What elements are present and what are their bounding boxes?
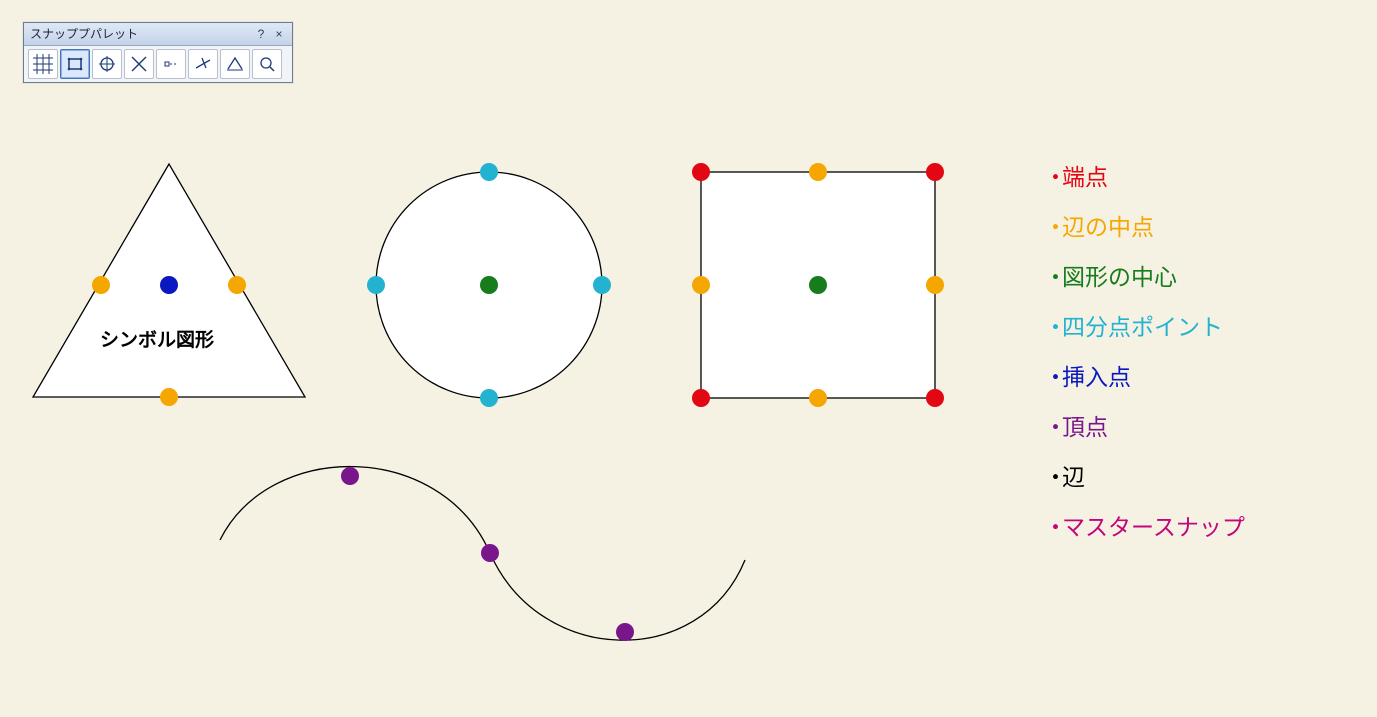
midpoint-dot <box>809 163 827 181</box>
square-dots <box>692 163 944 407</box>
legend-item: ・図形の中心 <box>1044 266 1245 289</box>
curve-shape <box>220 467 745 641</box>
midpoint-dot <box>160 388 178 406</box>
center-dot <box>480 276 498 294</box>
legend-item: ・マスタースナップ <box>1044 516 1245 539</box>
legend-bullet: ・ <box>1044 316 1062 339</box>
palette-help-button[interactable]: ? <box>254 27 268 41</box>
legend-item: ・辺の中点 <box>1044 216 1245 239</box>
snap-intersect-tool[interactable] <box>124 49 154 79</box>
midpoint-dot <box>92 276 110 294</box>
legend-label: 端点 <box>1062 164 1108 190</box>
endpoint-dot <box>926 163 944 181</box>
square-shape <box>701 172 935 398</box>
vertex-dot <box>616 623 634 641</box>
legend-label: 四分点ポイント <box>1062 314 1223 340</box>
triangle-label: シンボル図形 <box>100 325 214 352</box>
legend-bullet: ・ <box>1044 516 1062 539</box>
curve-dots <box>341 467 634 641</box>
legend-label: 辺の中点 <box>1062 214 1154 240</box>
legend-bullet: ・ <box>1044 466 1062 489</box>
legend-label: 辺 <box>1062 464 1085 490</box>
endpoint-dot <box>692 389 710 407</box>
snap-palette: スナッププパレット ? × <box>23 22 293 83</box>
palette-close-button[interactable]: × <box>272 27 286 41</box>
palette-titlebar[interactable]: スナッププパレット ? × <box>24 23 292 46</box>
quadrant-dot <box>593 276 611 294</box>
legend-bullet: ・ <box>1044 366 1062 389</box>
insertion-dot <box>160 276 178 294</box>
legend-label: 頂点 <box>1062 414 1108 440</box>
quadrant-dot <box>480 163 498 181</box>
legend-item: ・四分点ポイント <box>1044 316 1245 339</box>
quadrant-dot <box>480 389 498 407</box>
snap-point-tool[interactable] <box>156 49 186 79</box>
midpoint-dot <box>809 389 827 407</box>
legend-label: 挿入点 <box>1062 364 1131 390</box>
center-dot <box>809 276 827 294</box>
legend-item: ・頂点 <box>1044 416 1245 439</box>
endpoint-dot <box>926 389 944 407</box>
circle-shape <box>376 172 602 398</box>
midpoint-dot <box>228 276 246 294</box>
legend-item: ・端点 <box>1044 166 1245 189</box>
legend-item: ・挿入点 <box>1044 366 1245 389</box>
legend-label: 図形の中心 <box>1062 264 1177 290</box>
vertex-dot <box>341 467 359 485</box>
snap-nearest-tool[interactable] <box>252 49 282 79</box>
circle-dots <box>367 163 611 407</box>
quadrant-dot <box>367 276 385 294</box>
snap-object-tool[interactable] <box>60 49 90 79</box>
palette-toolbar <box>24 46 292 82</box>
legend-bullet: ・ <box>1044 266 1062 289</box>
legend-bullet: ・ <box>1044 416 1062 439</box>
vertex-dot <box>481 544 499 562</box>
endpoint-dot <box>692 163 710 181</box>
legend-bullet: ・ <box>1044 216 1062 239</box>
legend-label: マスタースナップ <box>1062 514 1245 540</box>
midpoint-dot <box>692 276 710 294</box>
palette-title: スナッププパレット <box>30 25 138 42</box>
snap-center-tool[interactable] <box>92 49 122 79</box>
snap-perp-tool[interactable] <box>188 49 218 79</box>
legend-bullet: ・ <box>1044 166 1062 189</box>
snap-tangent-tool[interactable] <box>220 49 250 79</box>
snap-grid-tool[interactable] <box>28 49 58 79</box>
midpoint-dot <box>926 276 944 294</box>
legend: ・端点・辺の中点・図形の中心・四分点ポイント・挿入点・頂点・辺・マスタースナップ <box>1044 166 1245 566</box>
legend-item: ・辺 <box>1044 466 1245 489</box>
triangle-shape <box>33 164 305 397</box>
